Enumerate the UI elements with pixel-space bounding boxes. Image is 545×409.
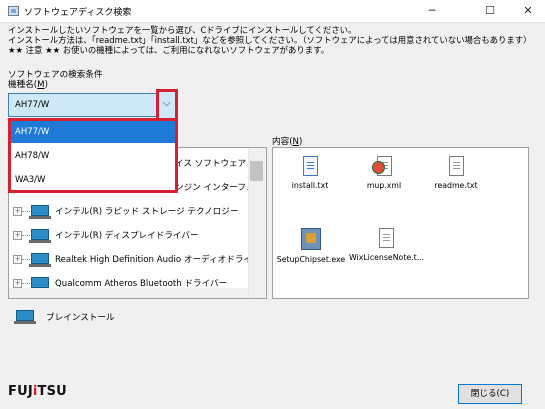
laptop-icon: [29, 277, 51, 291]
tree-scroll-thumb[interactable]: [250, 161, 263, 181]
file-name: mup.xml: [366, 181, 402, 190]
close-button[interactable]: 閉じる(C): [458, 384, 522, 404]
content-file-list[interactable]: install.txt mup.xml readme.txt SetupChip…: [272, 147, 529, 299]
file-name: readme.txt: [434, 181, 478, 190]
file-item[interactable]: install.txt: [277, 156, 343, 190]
file-item[interactable]: SetupChipset.exe: [275, 228, 347, 264]
model-option[interactable]: AH78/W: [11, 145, 175, 167]
model-select-value: AH77/W: [15, 100, 50, 110]
install-legend-label: ブレインストール: [46, 313, 115, 323]
file-name: WixLicenseNote.t...: [349, 253, 425, 262]
notice-line-3: ★★ 注意 ★★ お使いの機種によっては、ご利用になれないソフトウェアがあります…: [8, 45, 330, 55]
close-icon: ✕: [523, 4, 533, 17]
minimize-icon: ─: [428, 4, 436, 17]
setup-exe-icon: [301, 228, 321, 250]
install-legend-icon: [14, 310, 38, 324]
maximize-icon: ☐: [485, 4, 495, 17]
model-option[interactable]: WA3/W: [11, 169, 175, 191]
file-name: install.txt: [291, 181, 329, 190]
app-icon: [8, 6, 19, 16]
window-title: ソフトウェアディスク検索: [24, 8, 132, 18]
minimize-button[interactable]: ─: [415, 0, 449, 22]
model-label: 機種名(M): [8, 80, 48, 90]
model-dropdown-list[interactable]: AH77/W AH78/W WA3/W: [8, 118, 178, 193]
expand-icon[interactable]: +: [13, 207, 22, 216]
notice-line-1: インストールしたいソフトウェアを一覧から選び、Cドライブにインストールしてくださ…: [8, 25, 357, 35]
chevron-down-icon: ⌵: [163, 98, 171, 109]
close-window-button[interactable]: ✕: [511, 0, 545, 22]
expand-icon[interactable]: +: [13, 279, 22, 288]
notice-line-2: インストール方法は、「readme.txt」「install.txt」などを参照…: [8, 35, 532, 45]
laptop-icon: [29, 205, 51, 219]
file-item[interactable]: WixLicenseNote.t...: [349, 228, 425, 262]
laptop-icon: [29, 253, 51, 267]
file-name: SetupChipset.exe: [276, 255, 346, 264]
text-file-icon: [378, 228, 394, 248]
expand-icon[interactable]: +: [13, 231, 22, 240]
text-file-icon: [448, 156, 464, 176]
fujitsu-logo: FUJiTSU: [8, 384, 67, 399]
file-item[interactable]: readme.txt: [423, 156, 489, 190]
content-label: 内容(N): [272, 137, 303, 147]
xml-file-icon: [371, 156, 392, 176]
model-dropdown-button[interactable]: ⌵: [156, 89, 178, 121]
model-select[interactable]: AH77/W: [8, 93, 178, 117]
tree-horizontal-scrollbar[interactable]: [9, 288, 248, 298]
file-item[interactable]: mup.xml: [351, 156, 417, 190]
maximize-button[interactable]: ☐: [473, 0, 507, 22]
laptop-icon: [29, 229, 51, 243]
model-option[interactable]: AH77/W: [11, 121, 175, 143]
text-file-icon: [302, 156, 318, 176]
expand-icon[interactable]: +: [13, 255, 22, 264]
